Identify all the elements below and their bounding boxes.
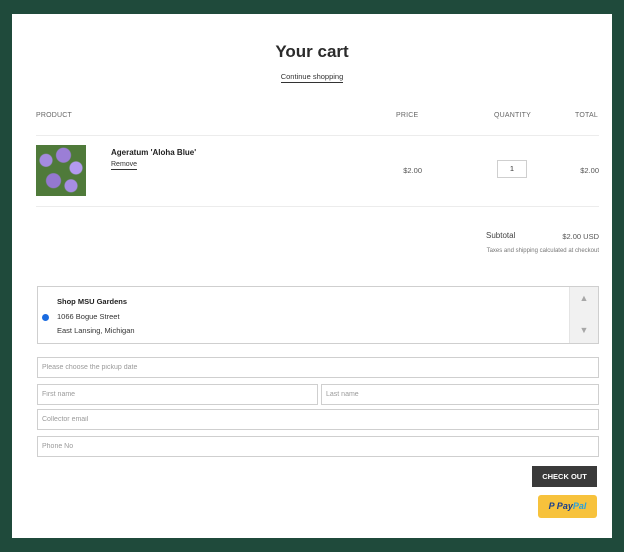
divider: [36, 135, 599, 136]
continue-shopping-link[interactable]: Continue shopping: [280, 72, 344, 83]
continue-shopping-link-wrap: Continue shopping: [12, 72, 612, 83]
page-title: Your cart: [275, 42, 349, 61]
collector-email-input[interactable]: [37, 409, 599, 430]
product-name[interactable]: Ageratum 'Aloha Blue': [111, 148, 196, 157]
subtotal-value: $2.00 USD: [562, 232, 599, 241]
paypal-button[interactable]: P PayPal: [538, 495, 597, 518]
first-name-input[interactable]: [37, 384, 318, 405]
quantity-input[interactable]: 1: [497, 160, 527, 178]
divider: [36, 206, 599, 207]
tax-note: Taxes and shipping calculated at checkou…: [486, 248, 599, 254]
cart-page: Your cart Continue shopping PRODUCT PRIC…: [12, 14, 612, 538]
paypal-logo-text: P Pay: [548, 501, 573, 511]
product-image[interactable]: [36, 145, 86, 196]
last-name-input[interactable]: [321, 384, 599, 405]
column-header-product: PRODUCT: [36, 112, 73, 119]
subtotal-label: Subtotal: [486, 231, 516, 240]
column-header-total: TOTAL: [575, 112, 598, 119]
pickup-date-input[interactable]: [37, 357, 599, 378]
store-address-line2: East Lansing, Michigan: [57, 326, 135, 335]
column-header-price: PRICE: [396, 112, 419, 119]
product-price: $2.00: [403, 166, 422, 175]
store-address-line1: 1066 Bogue Street: [57, 312, 120, 321]
paypal-logo-text-accent: Pal: [572, 501, 587, 511]
store-name: Shop MSU Gardens: [57, 297, 128, 306]
column-header-quantity: QUANTITY: [494, 112, 531, 119]
line-total: $2.00: [580, 166, 599, 175]
location-scrollbar[interactable]: ▲ ▼: [569, 287, 598, 343]
remove-link[interactable]: Remove: [111, 160, 138, 170]
scroll-up-icon[interactable]: ▲: [570, 293, 598, 303]
phone-input[interactable]: [37, 436, 599, 457]
scroll-down-icon[interactable]: ▼: [570, 325, 598, 335]
checkout-button[interactable]: CHECK OUT: [532, 466, 597, 487]
pickup-location-list[interactable]: Shop MSU Gardens 1066 Bogue Street East …: [37, 286, 599, 344]
store-radio[interactable]: [42, 314, 49, 321]
